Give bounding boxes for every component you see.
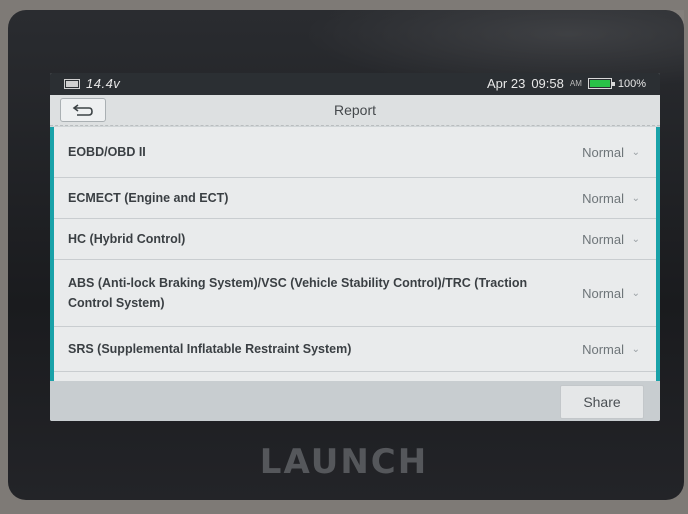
- chevron-down-icon: ⌄: [631, 233, 640, 245]
- page-title: Report: [333, 102, 377, 118]
- voltage-reading: 14.4v: [86, 76, 121, 91]
- share-button[interactable]: Share: [560, 385, 644, 419]
- status-time: 09:58: [531, 76, 564, 91]
- system-status: Normal: [582, 190, 624, 206]
- system-status: Normal: [582, 285, 624, 301]
- device-brand-logo: LAUNCH: [259, 442, 429, 482]
- chevron-down-icon: ⌄: [631, 192, 640, 204]
- system-name: HC (Hybrid Control): [68, 232, 186, 246]
- list-item[interactable]: EOBD/OBD II Normal ⌄: [54, 127, 656, 178]
- status-ampm: AM: [569, 79, 582, 88]
- title-bar: Report: [50, 95, 660, 126]
- chevron-down-icon: ⌄: [631, 146, 640, 158]
- system-status: Normal: [582, 341, 624, 357]
- list-item[interactable]: ECMECT (Engine and ECT) Normal ⌄: [54, 178, 656, 219]
- status-bar: 14.4v Apr 23 09:58 AM 100%: [50, 73, 660, 95]
- chevron-down-icon: ⌄: [631, 343, 640, 355]
- list-item[interactable]: HC (Hybrid Control) Normal ⌄: [54, 219, 656, 260]
- bottom-bar: Share: [50, 381, 660, 421]
- system-status: Normal: [582, 144, 624, 160]
- system-name: ECMECT (Engine and ECT): [68, 191, 229, 205]
- device-screen: 14.4v Apr 23 09:58 AM 100% Report EOBD/O…: [50, 73, 660, 421]
- list-item[interactable]: ABS (Anti-lock Braking System)/VSC (Vehi…: [54, 260, 656, 327]
- system-name: SRS (Supplemental Inflatable Restraint S…: [68, 342, 352, 356]
- system-name: ABS (Anti-lock Braking System)/VSC (Vehi…: [68, 276, 528, 310]
- status-left: 14.4v: [64, 76, 120, 91]
- battery-icon: [587, 78, 615, 89]
- chevron-down-icon: ⌄: [631, 287, 640, 299]
- battery-percent: 100%: [617, 77, 646, 90]
- system-report-list: EOBD/OBD II Normal ⌄ ECMECT (Engine and …: [50, 127, 660, 381]
- status-date: Apr 23: [487, 76, 526, 91]
- list-item[interactable]: SRS (Supplemental Inflatable Restraint S…: [54, 327, 656, 372]
- system-name: EOBD/OBD II: [68, 145, 146, 159]
- system-status: Normal: [582, 231, 624, 247]
- battery-fill: [589, 80, 610, 87]
- status-right: Apr 23 09:58 AM 100%: [487, 76, 646, 91]
- car-battery-icon: [64, 78, 80, 89]
